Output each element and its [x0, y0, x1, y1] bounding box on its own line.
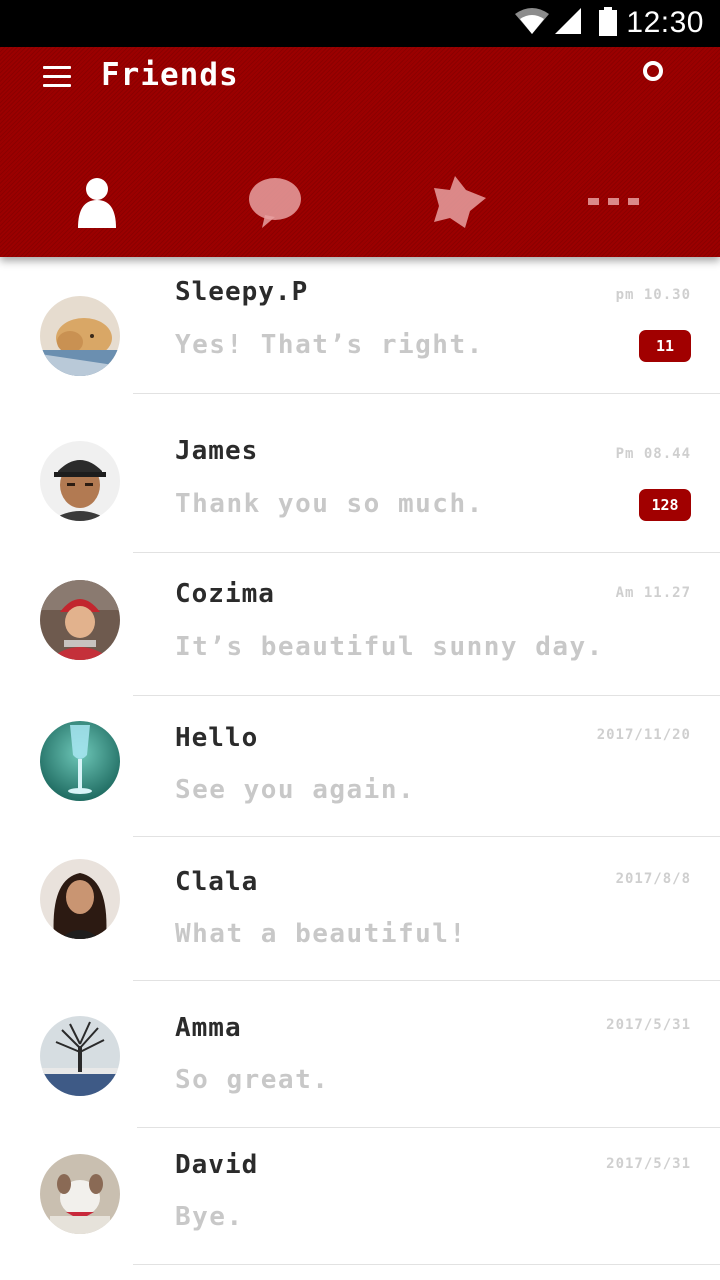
message-time: pm 10.30	[615, 287, 691, 303]
conversation-row-james[interactable]: James Thank you so much. Pm 08.44 128	[0, 394, 720, 553]
signal-icon	[555, 8, 581, 34]
tab-chats[interactable]	[215, 162, 335, 242]
woman-avatar	[40, 859, 120, 939]
contact-name: Cozima	[175, 579, 275, 609]
message-preview: What a beautiful!	[175, 919, 467, 949]
more-dots-icon	[588, 198, 639, 205]
status-bar: 12:30	[0, 0, 720, 47]
message-preview: So great.	[175, 1065, 330, 1095]
tab-more[interactable]	[558, 162, 678, 242]
contact-name: David	[175, 1150, 259, 1180]
tab-friends[interactable]	[37, 162, 157, 242]
message-time: 2017/8/8	[615, 871, 691, 887]
message-time: 2017/5/31	[606, 1017, 691, 1033]
message-time: Am 11.27	[615, 585, 691, 601]
message-time: 2017/11/20	[596, 727, 691, 743]
message-preview: It’s beautiful sunny day.	[175, 632, 604, 662]
dog-avatar	[40, 1154, 120, 1234]
message-preview: Thank you so much.	[175, 489, 484, 519]
glass-avatar	[40, 721, 120, 801]
message-time: Pm 08.44	[615, 446, 691, 462]
wifi-icon	[515, 8, 549, 34]
conversation-row-clala[interactable]: Clala What a beautiful! 2017/8/8	[0, 837, 720, 981]
battery-icon	[599, 7, 617, 36]
message-preview: Yes! That’s right.	[175, 330, 484, 360]
woman-beanie-avatar	[40, 580, 120, 660]
message-preview: See you again.	[175, 775, 416, 805]
page-title: Friends	[101, 57, 239, 93]
unread-badge: 128	[639, 489, 691, 521]
app-header: Friends	[0, 47, 720, 257]
search-icon[interactable]	[640, 59, 668, 87]
contact-name: Amma	[175, 1013, 242, 1043]
puppy-avatar	[40, 296, 120, 376]
contact-name: Clala	[175, 867, 259, 897]
row-divider	[133, 1264, 720, 1265]
contact-name: James	[175, 436, 259, 466]
message-time: 2017/5/31	[606, 1156, 691, 1172]
conversation-row-amma[interactable]: Amma So great. 2017/5/31	[0, 981, 720, 1128]
man-cap-avatar	[40, 441, 120, 521]
tab-favorites[interactable]	[399, 162, 519, 242]
contact-name: Sleepy.P	[175, 277, 309, 307]
chat-bubble-icon	[249, 178, 301, 228]
conversation-row-cozima[interactable]: Cozima It’s beautiful sunny day. Am 11.2…	[0, 553, 720, 696]
contact-name: Hello	[175, 723, 259, 753]
unread-badge: 11	[639, 330, 691, 362]
tree-avatar	[40, 1016, 120, 1096]
status-time: 12:30	[626, 6, 704, 39]
star-icon	[434, 176, 486, 228]
conversation-row-david[interactable]: David Bye. 2017/5/31	[0, 1128, 720, 1271]
conversation-row-hello[interactable]: Hello See you again. 2017/11/20	[0, 695, 720, 838]
hamburger-icon[interactable]	[43, 66, 73, 88]
person-icon	[78, 178, 116, 228]
tab-bar	[0, 162, 720, 242]
conversation-row-sleepy-p[interactable]: Sleepy.P Yes! That’s right. pm 10.30 11	[0, 257, 720, 400]
message-preview: Bye.	[175, 1202, 244, 1232]
